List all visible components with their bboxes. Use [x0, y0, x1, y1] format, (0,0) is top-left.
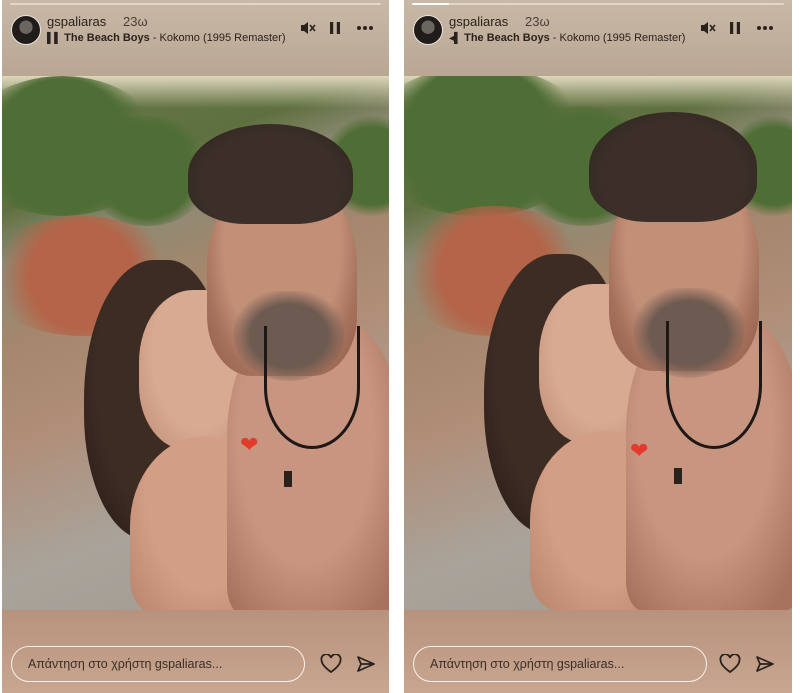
- story-viewer-right[interactable]: gspaliaras 23ω ◂▌ The Beach Boys - Kokomo…: [404, 0, 792, 693]
- cross-pendant: [284, 471, 292, 487]
- music-song: Kokomo (1995 Remaster): [559, 32, 686, 44]
- music-track[interactable]: ▌▌ The Beach Boys - Kokomo (1995 Remaster…: [47, 32, 286, 44]
- man-hair: [589, 112, 757, 222]
- story-footer: Απάντηση στο χρήστη gspaliaras...: [2, 610, 389, 693]
- more-options-icon[interactable]: [754, 17, 776, 39]
- music-song: Kokomo (1995 Remaster): [159, 32, 286, 44]
- story-header: gspaliaras 23ω ◂▌ The Beach Boys - Kokomo…: [404, 0, 792, 76]
- music-separator: -: [149, 32, 160, 44]
- red-heart-sticker: ❤: [630, 438, 649, 463]
- reply-input[interactable]: Απάντηση στο χρήστη gspaliaras...: [11, 646, 305, 682]
- pause-icon[interactable]: [724, 17, 746, 39]
- necklace: [264, 326, 360, 449]
- username[interactable]: gspaliaras: [449, 14, 508, 29]
- man-hair: [188, 124, 353, 224]
- story-progress-bar: [412, 3, 784, 5]
- avatar[interactable]: [413, 15, 443, 45]
- heart-outline-icon[interactable]: [319, 652, 343, 676]
- avatar[interactable]: [11, 15, 41, 45]
- heart-outline-icon[interactable]: [718, 652, 742, 676]
- story-photo: ❤: [404, 76, 792, 610]
- story-footer: Απάντηση στο χρήστη gspaliaras...: [404, 610, 792, 693]
- send-icon[interactable]: [753, 652, 777, 676]
- music-artist: The Beach Boys: [464, 32, 550, 44]
- story-progress-bar: [10, 3, 381, 5]
- music-note-icon: ▌▌: [47, 33, 62, 44]
- more-options-icon[interactable]: [354, 17, 376, 39]
- necklace: [666, 321, 762, 449]
- music-artist: The Beach Boys: [64, 32, 150, 44]
- music-track[interactable]: ◂▌ The Beach Boys - Kokomo (1995 Remaster…: [449, 32, 685, 44]
- story-photo: ❤: [2, 76, 389, 610]
- username[interactable]: gspaliaras: [47, 14, 106, 29]
- story-viewer-left[interactable]: gspaliaras 23ω ▌▌ The Beach Boys - Kokomo…: [2, 0, 389, 693]
- speaker-muted-icon[interactable]: [297, 17, 319, 39]
- music-note-icon: ◂▌: [449, 33, 462, 44]
- post-time: 23ω: [525, 14, 550, 29]
- reply-input[interactable]: Απάντηση στο χρήστη gspaliaras...: [413, 646, 707, 682]
- speaker-muted-icon[interactable]: [697, 17, 719, 39]
- send-icon[interactable]: [354, 652, 378, 676]
- post-time: 23ω: [123, 14, 148, 29]
- story-progress-fill: [412, 3, 450, 5]
- pause-icon[interactable]: [324, 17, 346, 39]
- story-header: gspaliaras 23ω ▌▌ The Beach Boys - Kokomo…: [2, 0, 389, 76]
- cross-pendant: [674, 468, 682, 484]
- red-heart-sticker: ❤: [240, 432, 259, 457]
